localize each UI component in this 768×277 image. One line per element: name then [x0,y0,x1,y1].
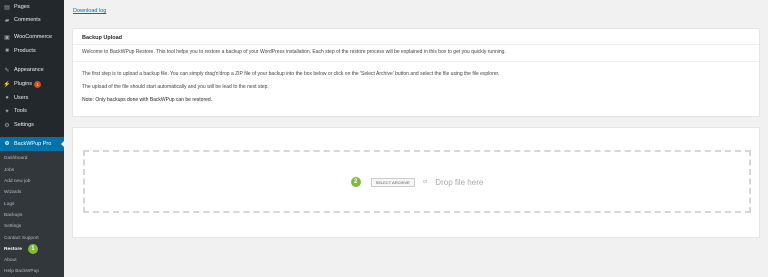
sidebar-item-backwpup-pro[interactable]: ❂ BackWPup Pro [0,137,65,151]
main-content: Download log Backup Upload Welcome to Ba… [64,0,768,277]
sidebar-item-label: Settings [14,122,34,128]
appearance-icon: ✎ [4,67,10,74]
submenu-item-restore[interactable]: Restore 1 [4,244,38,254]
users-icon: ● [5,95,9,101]
drop-file-label: Drop file here [435,177,484,187]
submenu-item-label: Logs [4,201,15,207]
submenu-item-label: Dashboard [4,155,28,161]
sidebar-item-users[interactable]: ● Users [0,91,64,105]
sidebar-item-woocommerce[interactable]: ▣ WooCommerce [0,30,64,44]
sidebar-item-label: Appearance [14,67,44,73]
sidebar-item-label: Pages [14,4,30,10]
submenu-item-jobs[interactable]: Jobs [4,165,14,175]
submenu-item-label: Contact Support [4,235,39,241]
tools-icon: ✦ [4,108,10,115]
panel-upload-text: The upload of the file should start auto… [82,84,269,90]
backup-upload-panel: Backup Upload Welcome to BackWPup Restor… [72,28,760,117]
woocommerce-icon: ▣ [4,34,10,41]
submenu-item-logs[interactable]: Logs [4,199,14,209]
sidebar-item-plugins[interactable]: ⚡ Plugins 1 [0,77,64,91]
admin-sidebar: ▤ Pages ▰ Comments ▣ WooCommerce ■ Products ✎ App… [0,0,65,277]
submenu-item-label: Help BackWPup [4,268,39,274]
sidebar-item-label: Users [14,95,29,101]
plugins-update-badge: 1 [34,80,42,88]
submenu-item-dashboard[interactable]: Dashboard [4,153,27,163]
sidebar-item-label: Plugins [14,81,33,87]
plugins-icon: ⚡ [3,81,11,88]
settings-icon: ⚙ [4,122,10,129]
drop-zone[interactable]: 2 SELECT ARCHIVE or Drop file here [83,150,751,213]
sidebar-item-products[interactable]: ■ Products [0,44,64,58]
submenu-item-label: Restore [4,246,22,252]
or-label: or [422,179,428,185]
submenu-item-label: Wizards [4,189,22,195]
submenu-item-wizards[interactable]: Wizards [4,187,21,197]
submenu-item-contact-support[interactable]: Contact Support [4,233,39,243]
sidebar-item-label: Comments [14,17,41,23]
sidebar-item-label: Products [14,48,36,54]
backwpup-submenu: Dashboard Jobs Add new job Wizards Logs Backu… [0,151,64,277]
download-log-link[interactable]: Download log [73,8,106,14]
step-one-badge: 1 [27,244,38,254]
submenu-item-add-new-job[interactable]: Add new job [4,176,30,186]
sidebar-item-label: Tools [14,108,27,114]
submenu-item-about[interactable]: About [4,255,17,265]
comments-icon: ▰ [4,17,10,24]
panel-divider-2 [73,61,759,62]
panel-title: Backup Upload [82,35,123,41]
pages-icon: ▤ [4,4,10,11]
sidebar-item-appearance[interactable]: ✎ Appearance [0,63,64,77]
submenu-item-backups[interactable]: Backups [4,210,22,220]
upload-panel: 2 SELECT ARCHIVE or Drop file here [72,127,760,238]
panel-note-text: Note: Only backups done with BackWPup ca… [82,97,213,103]
sidebar-item-settings[interactable]: ⚙ Settings [0,118,64,132]
step-two-badge: 2 [350,177,361,187]
panel-step-text: The first step is to upload a backup fil… [82,71,500,77]
sidebar-item-label: WooCommerce [14,34,53,40]
sidebar-item-tools[interactable]: ✦ Tools [0,104,64,118]
submenu-item-help-backwpup[interactable]: Help BackWPup [4,266,39,276]
submenu-item-label: About [4,257,17,263]
panel-divider [73,44,759,45]
backwpup-icon: ❂ [4,141,10,147]
select-archive-button[interactable]: SELECT ARCHIVE [370,177,415,187]
sidebar-item-comments[interactable]: ▰ Comments [0,13,64,27]
panel-intro-text: Welcome to BackWPup Restore. This tool h… [82,49,506,55]
submenu-item-label: Jobs [4,167,15,173]
submenu-item-label: Settings [4,223,22,229]
sidebar-item-label: BackWPup Pro [14,141,52,147]
submenu-item-settings[interactable]: Settings [4,221,21,231]
submenu-item-label: Backups [4,212,23,218]
drop-row: 2 SELECT ARCHIVE or Drop file here [85,175,749,189]
submenu-item-label: Add new job [4,178,31,184]
sidebar-item-pages[interactable]: ▤ Pages [0,0,64,14]
products-icon: ■ [5,48,9,54]
